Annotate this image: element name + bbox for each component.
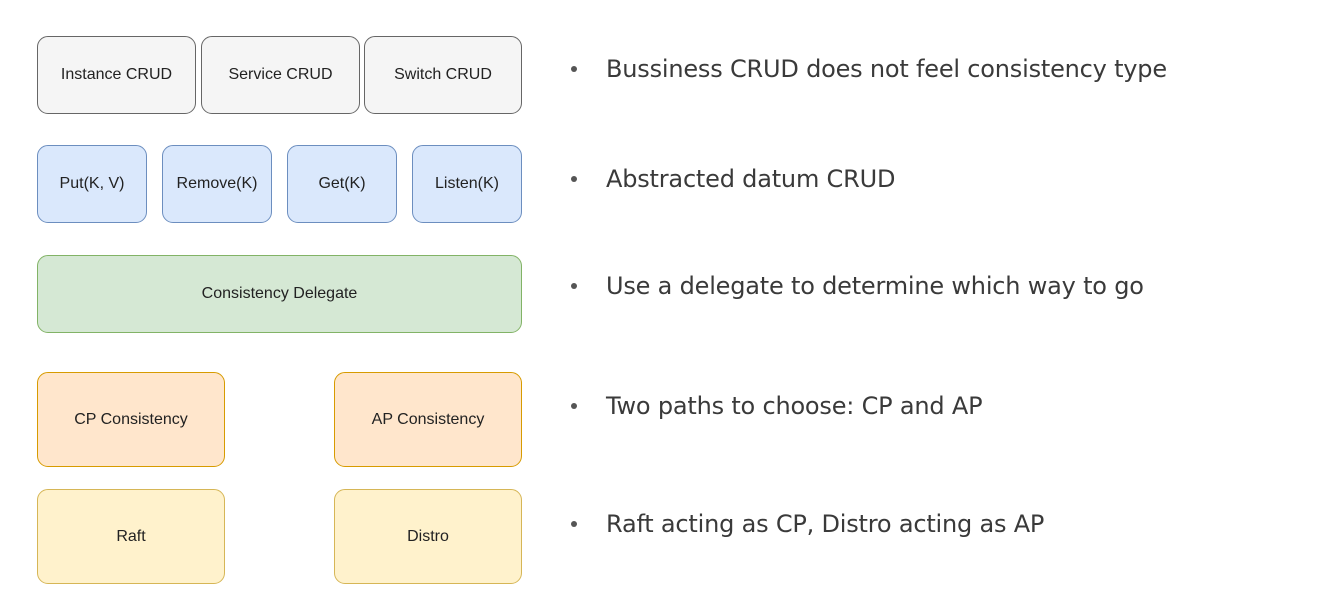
bullet-item: Bussiness CRUD does not feel consistency… <box>568 49 1167 89</box>
bullet-dot-icon <box>571 521 577 527</box>
bullet-item: Two paths to choose: CP and AP <box>568 386 983 426</box>
bullet-text: Abstracted datum CRUD <box>606 165 896 193</box>
distro-box: Distro <box>334 489 522 584</box>
bullet-dot-icon <box>571 176 577 182</box>
ap-consistency-box: AP Consistency <box>334 372 522 467</box>
service-crud-box: Service CRUD <box>201 36 360 114</box>
bullet-text: Raft acting as CP, Distro acting as AP <box>606 510 1045 538</box>
get-box: Get(K) <box>287 145 397 223</box>
bullet-item: Abstracted datum CRUD <box>568 159 895 199</box>
cp-consistency-box: CP Consistency <box>37 372 225 467</box>
consistency-delegate-box: Consistency Delegate <box>37 255 522 333</box>
bullet-dot-icon <box>571 66 577 72</box>
listen-box: Listen(K) <box>412 145 522 223</box>
bullet-dot-icon <box>571 403 577 409</box>
bullet-text: Bussiness CRUD does not feel consistency… <box>606 55 1167 83</box>
bullet-dot-icon <box>571 283 577 289</box>
bullet-text: Two paths to choose: CP and AP <box>606 392 983 420</box>
bullet-text: Use a delegate to determine which way to… <box>606 272 1144 300</box>
instance-crud-box: Instance CRUD <box>37 36 196 114</box>
bullet-list: Bussiness CRUD does not feel consistency… <box>568 0 1328 601</box>
switch-crud-box: Switch CRUD <box>364 36 522 114</box>
raft-box: Raft <box>37 489 225 584</box>
bullet-item: Use a delegate to determine which way to… <box>568 266 1144 306</box>
put-box: Put(K, V) <box>37 145 147 223</box>
remove-box: Remove(K) <box>162 145 272 223</box>
bullet-item: Raft acting as CP, Distro acting as AP <box>568 504 1044 544</box>
